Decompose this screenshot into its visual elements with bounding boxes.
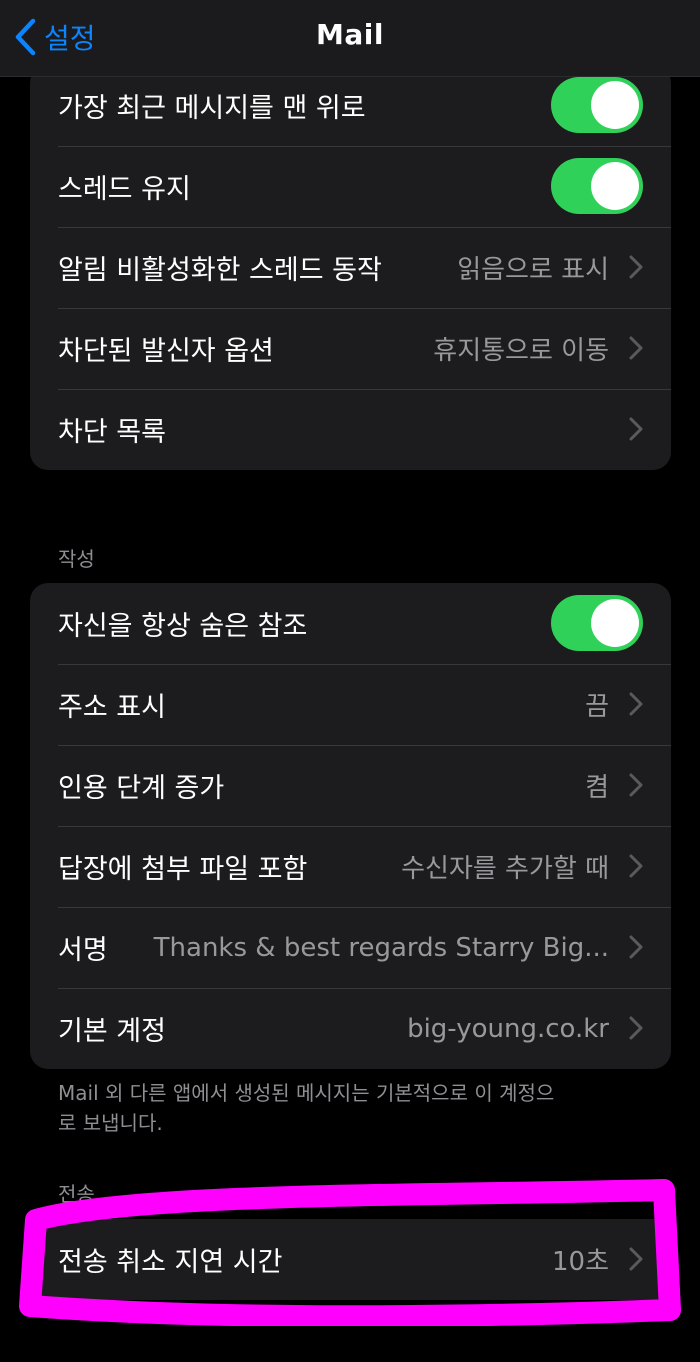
row-label: 주소 표시 [58, 692, 166, 723]
row-mark-addresses[interactable]: 주소 표시 끔 [30, 664, 671, 745]
row-keep-thread: 스레드 유지 [30, 146, 671, 227]
toggle-knob [591, 599, 639, 647]
row-label: 인용 단계 증가 [58, 773, 225, 804]
chevron-right-icon [629, 1016, 643, 1040]
row-label: 알림 비활성화한 스레드 동작 [58, 255, 382, 286]
row-label: 전송 취소 지연 시간 [58, 1247, 283, 1278]
chevron-right-icon [629, 255, 643, 279]
chevron-right-icon [629, 773, 643, 797]
row-most-recent-on-top: 가장 최근 메시지를 맨 위로 [30, 65, 671, 146]
row-blocked-sender-options[interactable]: 차단된 발신자 옵션 휴지통으로 이동 [30, 308, 671, 389]
navigation-bar: 설정 Mail [0, 0, 700, 77]
chevron-right-icon [629, 854, 643, 878]
chevron-right-icon [629, 935, 643, 959]
chevron-right-icon [629, 1247, 643, 1271]
row-value: big-young.co.kr [407, 1013, 609, 1044]
row-label: 스레드 유지 [58, 174, 191, 205]
chevron-right-icon [629, 417, 643, 441]
row-value: 수신자를 추가할 때 [401, 854, 609, 884]
row-label: 답장에 첨부 파일 포함 [58, 854, 308, 885]
send-group: 전송 취소 지연 시간 10초 [30, 1219, 671, 1300]
row-value: 끔 [585, 692, 609, 722]
compose-group: 자신을 항상 숨은 참조 주소 표시 끔 인용 단계 증가 켬 답장에 첨부 파… [30, 583, 671, 1069]
most-recent-on-top-toggle[interactable] [551, 77, 643, 133]
row-always-bcc-myself: 자신을 항상 숨은 참조 [30, 583, 671, 664]
threading-group: 가장 최근 메시지를 맨 위로 스레드 유지 알림 비활성화한 스레드 동작 읽… [30, 65, 671, 470]
row-muted-thread-action[interactable]: 알림 비활성화한 스레드 동작 읽음으로 표시 [30, 227, 671, 308]
chevron-right-icon [629, 692, 643, 716]
row-value: 읽음으로 표시 [457, 255, 609, 285]
row-increase-quote-level[interactable]: 인용 단계 증가 켬 [30, 745, 671, 826]
row-label: 차단된 발신자 옵션 [58, 336, 274, 367]
toggle-knob [591, 162, 639, 210]
row-blocked-list[interactable]: 차단 목록 [30, 389, 671, 470]
default-account-footer: Mail 외 다른 앱에서 생성된 메시지는 기본적으로 이 계정으로 보냅니다… [58, 1081, 555, 1135]
row-value: 휴지통으로 이동 [433, 336, 609, 366]
row-label: 서명 [58, 935, 108, 966]
row-include-attachments[interactable]: 답장에 첨부 파일 포함 수신자를 추가할 때 [30, 826, 671, 907]
section-header-compose: 작성 [58, 547, 95, 571]
row-value: 켬 [585, 773, 609, 803]
chevron-right-icon [629, 336, 643, 360]
row-value: Thanks & best regards Starry Big... [153, 932, 609, 963]
row-label: 가장 최근 메시지를 맨 위로 [58, 93, 366, 124]
row-label: 차단 목록 [58, 417, 166, 448]
row-label: 기본 계정 [58, 1016, 166, 1047]
page-title: Mail [316, 18, 384, 51]
row-default-account[interactable]: 기본 계정 big-young.co.kr [30, 988, 671, 1069]
section-header-send: 전송 [58, 1182, 95, 1206]
keep-thread-toggle[interactable] [551, 158, 643, 214]
row-value: 10초 [551, 1247, 609, 1277]
row-undo-send-delay[interactable]: 전송 취소 지연 시간 10초 [30, 1219, 671, 1300]
always-bcc-myself-toggle[interactable] [551, 595, 643, 651]
row-label: 자신을 항상 숨은 참조 [58, 611, 308, 642]
toggle-knob [591, 81, 639, 129]
row-signature[interactable]: 서명 Thanks & best regards Starry Big... [30, 907, 671, 988]
